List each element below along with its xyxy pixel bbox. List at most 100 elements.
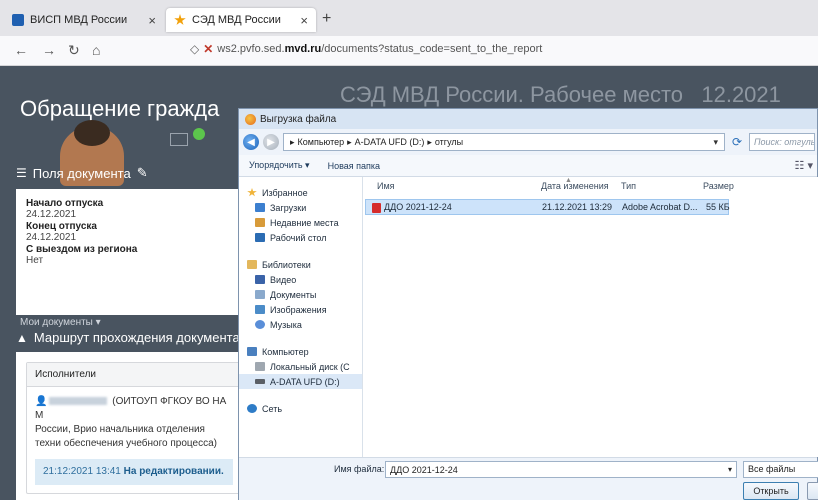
recent-places-icon	[255, 218, 265, 227]
nav-network[interactable]: Сеть	[239, 401, 362, 416]
breadcrumb[interactable]: ▸ Компьютер ▸ A-DATA UFD (D:) ▸ отгулы ▾	[283, 133, 725, 151]
file-type: Adobe Acrobat D...	[622, 202, 698, 212]
forward-icon[interactable]: ▶	[263, 134, 279, 150]
file-size: 55 КБ	[706, 202, 730, 212]
edit-pencil-icon[interactable]: ✎	[137, 165, 148, 181]
close-tab-icon[interactable]: ×	[148, 13, 156, 28]
field-label: С выездом из региона	[26, 244, 138, 255]
file-row[interactable]: ДДО 2021-12-24 21.12.2021 13:29 Adobe Ac…	[365, 199, 730, 215]
filename-label: Имя файла:	[334, 464, 385, 474]
music-icon	[255, 320, 265, 329]
browser-nav-bar: ← → ↻ ⌂ ◇ ✕ ws2.pvfo.sed.mvd.ru/document…	[0, 36, 818, 66]
nav-images[interactable]: Изображения	[239, 302, 362, 317]
filename-input[interactable]: ДДО 2021-12-24 ▾	[385, 461, 737, 478]
view-options-icon[interactable]: ☷ ▾	[795, 159, 813, 172]
chevron-down-icon[interactable]: ▾	[728, 465, 732, 474]
nav-desktop[interactable]: Рабочий стол	[239, 230, 362, 245]
reload-icon[interactable]: ↻	[68, 42, 80, 59]
new-tab-button[interactable]: +	[322, 10, 331, 28]
column-size[interactable]: Размер	[703, 181, 734, 191]
disk-icon	[255, 362, 265, 371]
computer-icon	[247, 347, 257, 356]
downloads-icon	[255, 203, 265, 212]
library-icon	[247, 260, 257, 269]
url-text: ws2.pvfo.sed.mvd.ru/documents?status_cod…	[217, 43, 543, 55]
pdf-icon	[372, 202, 381, 213]
route-section-title: ▲ Маршрут прохождения документа	[16, 330, 240, 345]
field-label: Конец отпуска	[26, 221, 97, 232]
home-icon[interactable]: ⌂	[92, 42, 100, 58]
route-panel: Исполнители 👤 (ОИТОУП ФГКОУ ВО НА М Росс…	[16, 352, 252, 500]
list-icon: ☰	[16, 166, 27, 180]
column-name[interactable]: Имя	[377, 181, 395, 191]
documents-icon	[255, 290, 265, 299]
nav-documents[interactable]: Документы	[239, 287, 362, 302]
field-label: Начало отпуска	[26, 198, 104, 209]
online-indicator	[193, 128, 205, 140]
star-icon	[247, 188, 257, 197]
status-badge: 21:12:2021 13:41 На редактировании.	[35, 459, 233, 485]
video-icon	[255, 275, 265, 284]
browser-icon	[245, 113, 256, 125]
nav-usb-drive[interactable]: A-DATA UFD (D:)	[239, 374, 362, 389]
desktop-icon	[255, 233, 265, 242]
user-icon: 👤	[35, 396, 48, 407]
nav-local-disk[interactable]: Локальный диск (C	[239, 359, 362, 374]
blurred-name	[49, 397, 108, 406]
browser-tab-bar: ВИСП МВД России × СЭД МВД России × +	[0, 0, 818, 36]
document-fields-panel: Начало отпуска 24.12.2021 Конец отпуска …	[16, 189, 252, 315]
new-folder-button[interactable]: Новая папка	[328, 161, 380, 171]
field-value: 24.12.2021	[26, 209, 77, 220]
route-icon: ▲	[16, 330, 28, 345]
back-icon[interactable]: ◀	[243, 134, 259, 150]
executors-box: Исполнители 👤 (ОИТОУП ФГКОУ ВО НА М Росс…	[26, 362, 242, 494]
executor-entry: 👤 (ОИТОУП ФГКОУ ВО НА М России, Врио нач…	[27, 387, 241, 493]
tab-sed[interactable]: СЭД МВД России ×	[166, 8, 316, 32]
site-header-title: СЭД МВД России. Рабочее место 12.2021	[340, 82, 781, 107]
nav-computer[interactable]: Компьютер	[239, 344, 362, 359]
visp-favicon	[12, 14, 24, 26]
sed-favicon	[174, 14, 186, 25]
dialog-title-bar: Выгрузка файла	[239, 109, 817, 129]
nav-downloads[interactable]: Загрузки	[239, 200, 362, 215]
executors-header: Исполнители	[27, 363, 241, 387]
shield-icon: ◇	[190, 42, 200, 56]
search-input[interactable]: Поиск: отгулы	[749, 133, 815, 151]
chevron-down-icon[interactable]: ▾	[713, 137, 718, 148]
close-tab-icon[interactable]: ×	[300, 13, 308, 28]
column-date[interactable]: Дата изменения	[541, 181, 609, 191]
page-title: Обращение гражда	[20, 96, 220, 121]
organize-button[interactable]: Упорядочить ▾	[249, 160, 310, 171]
insecure-lock-icon[interactable]: ✕	[203, 42, 213, 56]
navigation-pane: Избранное Загрузки Недавние места Рабочи…	[239, 177, 363, 457]
file-date: 21.12.2021 13:29	[542, 202, 613, 212]
file-upload-dialog: Выгрузка файла ◀ ▶ ▸ Компьютер ▸ A-DATA UF…	[238, 108, 818, 500]
tab-visp[interactable]: ВИСП МВД России ×	[4, 8, 164, 32]
dialog-address-row: ◀ ▶ ▸ Компьютер ▸ A-DATA UFD (D:) ▸ отгулы …	[243, 131, 815, 153]
usb-drive-icon	[255, 379, 265, 384]
tab-label: СЭД МВД России	[192, 14, 281, 26]
dialog-toolbar: Упорядочить ▾ Новая папка ☷ ▾	[239, 155, 817, 177]
nav-recent[interactable]: Недавние места	[239, 215, 362, 230]
open-button[interactable]: Открыть	[743, 482, 799, 500]
nav-favorites[interactable]: Избранное	[239, 185, 362, 200]
field-value: Нет	[26, 255, 44, 266]
address-bar[interactable]: ◇ ✕ ws2.pvfo.sed.mvd.ru/documents?status…	[190, 42, 542, 56]
column-type[interactable]: Тип	[621, 181, 636, 191]
nav-libraries[interactable]: Библиотеки	[239, 257, 362, 272]
file-type-filter[interactable]: Все файлы	[743, 461, 818, 478]
forward-icon[interactable]: →	[42, 42, 56, 58]
file-name: ДДО 2021-12-24	[372, 202, 452, 213]
my-documents-link[interactable]: Мои документы ▾	[20, 317, 101, 328]
dialog-bottom-bar: Имя файла: ДДО 2021-12-24 ▾ Все файлы От…	[239, 457, 818, 500]
nav-music[interactable]: Музыка	[239, 317, 362, 332]
network-icon	[247, 404, 257, 413]
fields-section-title: ☰ Поля документа ✎	[16, 165, 148, 181]
tab-label: ВИСП МВД России	[30, 14, 128, 26]
file-list: ▲ Имя Дата изменения Тип Размер ДДО 2021…	[363, 177, 818, 457]
back-icon[interactable]: ←	[14, 42, 28, 58]
refresh-icon[interactable]: ⟳	[729, 135, 745, 149]
cancel-button[interactable]	[807, 482, 818, 500]
envelope-icon[interactable]	[170, 133, 188, 146]
nav-video[interactable]: Видео	[239, 272, 362, 287]
